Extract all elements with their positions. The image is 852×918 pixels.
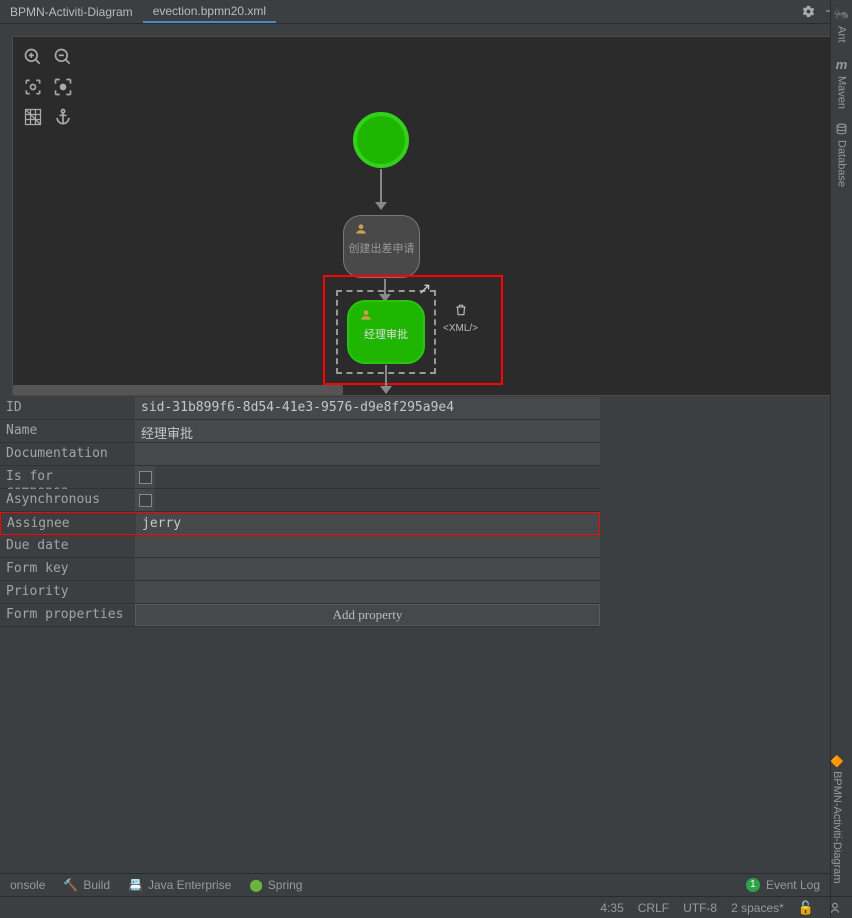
prop-assignee: Assignee bbox=[0, 512, 600, 535]
sidebar-item-bpmn-diagram[interactable]: 🔶 BPMN-Activiti-Diagram bbox=[830, 751, 844, 888]
cursor-position[interactable]: 4:35 bbox=[600, 901, 623, 915]
tool-event-log[interactable]: Event Log bbox=[766, 878, 820, 892]
line-separator[interactable]: CRLF bbox=[638, 901, 669, 915]
prop-name-value[interactable]: 经理审批 bbox=[135, 420, 600, 442]
sidebar-item-maven[interactable]: mMaven bbox=[836, 57, 848, 109]
event-log-badge: 1 bbox=[746, 878, 760, 892]
prop-id-value[interactable]: sid-31b899f6-8d54-41e3-9576-d9e8f295a9e4 bbox=[135, 397, 600, 419]
tool-spring[interactable]: ⬤Spring bbox=[249, 878, 302, 892]
prop-formprops-label: Form properties bbox=[0, 604, 135, 626]
bpmn-canvas-area: 创建出差申请 ↗ 经理审批 <XML/> bbox=[12, 36, 840, 396]
database-icon bbox=[835, 123, 848, 136]
prop-priority-value[interactable] bbox=[135, 581, 600, 603]
user-icon bbox=[354, 222, 368, 236]
sequence-flow-1[interactable] bbox=[380, 169, 382, 209]
sidebar-item-ant[interactable]: 🐜Ant bbox=[833, 6, 849, 43]
node-context-tools: <XML/> bbox=[443, 303, 478, 334]
indent-setting[interactable]: 2 spaces* bbox=[731, 901, 784, 915]
properties-panel: ID sid-31b899f6-8d54-41e3-9576-d9e8f295a… bbox=[0, 397, 600, 627]
bottom-tool-window-bar: onsole 🔨Build 📇Java Enterprise ⬤Spring 1… bbox=[0, 873, 830, 895]
tab-bpmn-diagram[interactable]: BPMN-Activiti-Diagram bbox=[0, 0, 143, 23]
prop-form-key: Form key bbox=[0, 558, 600, 581]
asynchronous-checkbox[interactable] bbox=[139, 494, 152, 507]
prop-name-label: Name bbox=[0, 420, 135, 442]
prop-formkey-label: Form key bbox=[0, 558, 135, 580]
prop-documentation: Documentation bbox=[0, 443, 600, 466]
task1-label: 创建出差申请 bbox=[349, 240, 415, 256]
prop-form-properties: Form properties Add property bbox=[0, 604, 600, 627]
xml-label[interactable]: <XML/> bbox=[443, 323, 478, 334]
enterprise-icon: 📇 bbox=[128, 878, 143, 892]
lock-icon[interactable]: 🔓 bbox=[798, 900, 814, 916]
add-property-button[interactable]: Add property bbox=[135, 604, 600, 626]
spring-icon: ⬤ bbox=[249, 878, 262, 892]
ant-icon: 🐜 bbox=[833, 6, 849, 22]
horizontal-scrollbar[interactable] bbox=[13, 385, 343, 395]
prop-asynchronous: Asynchronous bbox=[0, 489, 600, 512]
assignee-input[interactable] bbox=[142, 516, 250, 531]
prop-async-label: Asynchronous bbox=[0, 489, 135, 511]
prop-compensation: Is for compensa... bbox=[0, 466, 600, 489]
gear-icon[interactable] bbox=[801, 4, 816, 19]
expand-arrow-icon[interactable]: ↗ bbox=[418, 279, 431, 299]
prop-due-value[interactable] bbox=[135, 535, 600, 557]
tab-evection-file[interactable]: evection.bpmn20.xml bbox=[143, 0, 276, 23]
status-bar: 4:35 CRLF UTF-8 2 spaces* 🔓 bbox=[0, 896, 852, 918]
prop-assignee-value[interactable] bbox=[136, 513, 256, 534]
prop-priority-label: Priority bbox=[0, 581, 135, 603]
bpmn-canvas[interactable]: 创建出差申请 ↗ 经理审批 <XML/> bbox=[13, 37, 839, 395]
prop-priority: Priority bbox=[0, 581, 600, 604]
hammer-icon: 🔨 bbox=[63, 878, 78, 892]
maven-icon: m bbox=[836, 57, 848, 72]
compensation-checkbox[interactable] bbox=[139, 471, 152, 484]
prop-id-label: ID bbox=[0, 397, 135, 419]
tool-console[interactable]: onsole bbox=[10, 878, 45, 892]
prop-comp-label: Is for compensa... bbox=[0, 466, 135, 488]
prop-assignee-label: Assignee bbox=[1, 513, 136, 534]
prop-due-label: Due date bbox=[0, 535, 135, 557]
user-icon bbox=[359, 308, 373, 322]
sidebar-item-database[interactable]: Database bbox=[835, 123, 848, 187]
delete-icon[interactable] bbox=[454, 303, 468, 317]
file-encoding[interactable]: UTF-8 bbox=[683, 901, 717, 915]
task2-label: 经理审批 bbox=[364, 326, 408, 342]
editor-tabs: BPMN-Activiti-Diagram evection.bpmn20.xm… bbox=[0, 0, 852, 24]
sequence-flow-3[interactable] bbox=[385, 365, 387, 393]
tool-java-enterprise[interactable]: 📇Java Enterprise bbox=[128, 878, 231, 892]
start-event-node[interactable] bbox=[353, 112, 409, 168]
prop-formkey-value[interactable] bbox=[135, 558, 600, 580]
prop-doc-label: Documentation bbox=[0, 443, 135, 465]
inspect-icon[interactable] bbox=[828, 901, 842, 915]
user-task-manager-approve[interactable]: 经理审批 bbox=[347, 300, 425, 364]
right-bar-bottom: 🔶 BPMN-Activiti-Diagram bbox=[830, 751, 852, 888]
tool-build[interactable]: 🔨Build bbox=[63, 878, 110, 892]
prop-doc-value[interactable] bbox=[135, 443, 600, 465]
prop-due-date: Due date bbox=[0, 535, 600, 558]
user-task-create-request[interactable]: 创建出差申请 bbox=[343, 215, 420, 278]
prop-name: Name 经理审批 bbox=[0, 420, 600, 443]
prop-id: ID sid-31b899f6-8d54-41e3-9576-d9e8f295a… bbox=[0, 397, 600, 420]
